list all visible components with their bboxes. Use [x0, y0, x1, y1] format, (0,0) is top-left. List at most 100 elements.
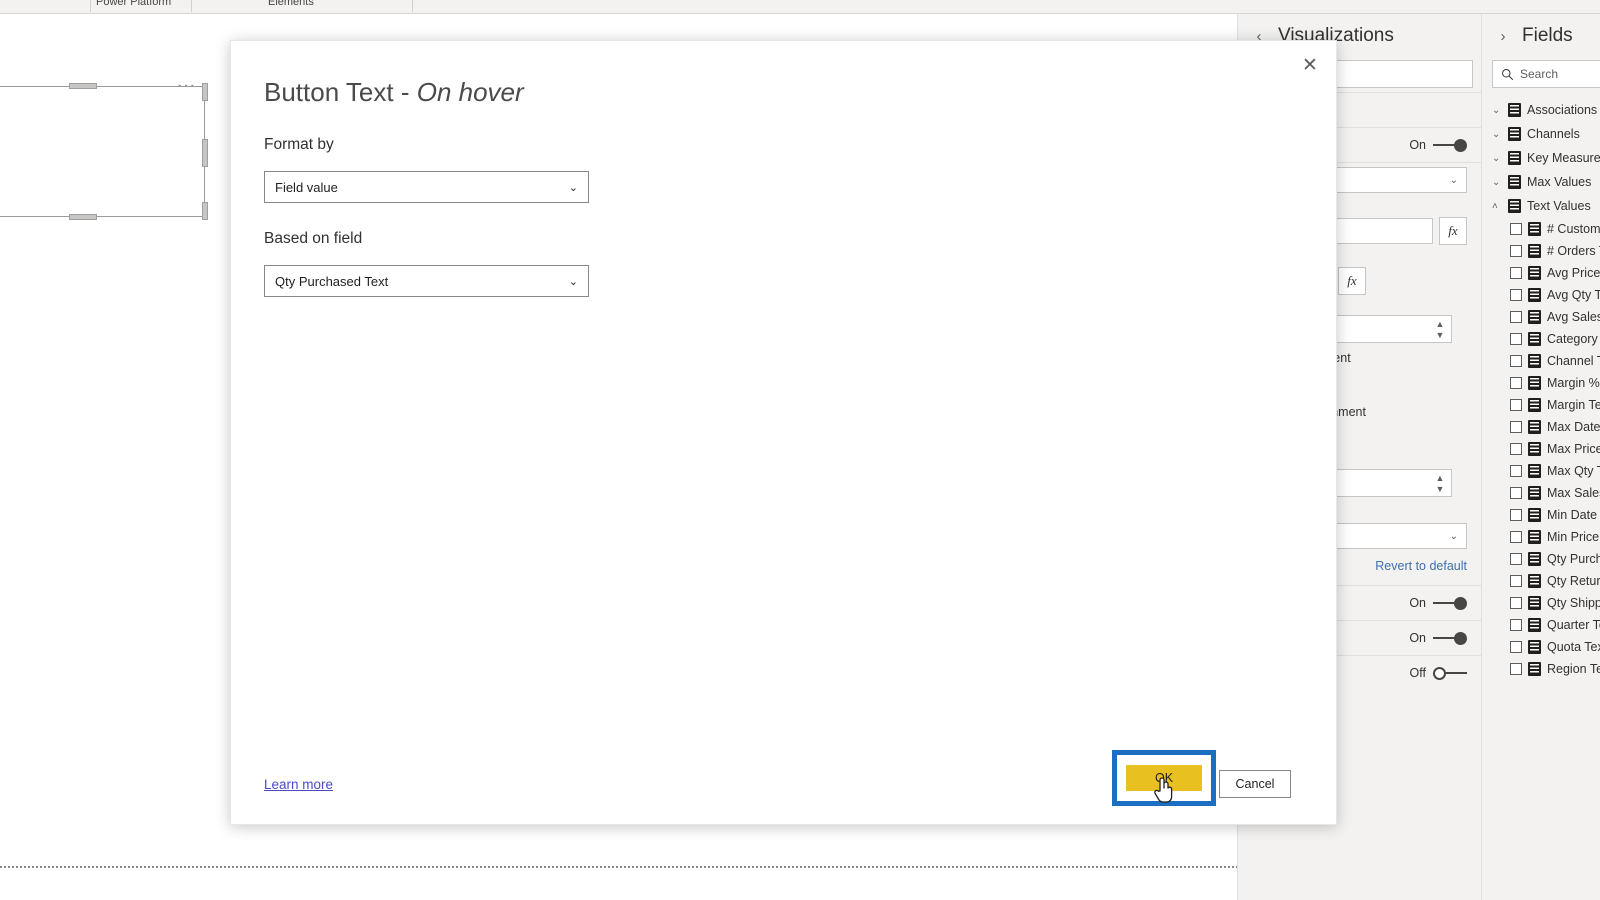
fields-field-row[interactable]: Avg Sales Text [1482, 306, 1600, 328]
resize-handle-top[interactable] [69, 83, 97, 89]
resize-handle-top-right[interactable] [202, 83, 208, 101]
field-checkbox[interactable] [1510, 377, 1522, 389]
chevron-right-icon[interactable]: › [1492, 28, 1514, 45]
format-by-dropdown[interactable]: Field value ⌄ [264, 171, 589, 203]
outline-toggle[interactable]: On [1409, 631, 1467, 645]
fields-search-placeholder: Search [1520, 67, 1559, 81]
fields-field-row[interactable]: Max Date Text [1482, 416, 1600, 438]
toggle-switch-icon[interactable] [1433, 631, 1467, 645]
resize-handle-bottom[interactable] [69, 214, 97, 220]
fields-field-label: Min Price Text [1547, 530, 1600, 544]
chevron-up-icon[interactable]: ˄ [1492, 201, 1502, 212]
chevron-down-icon[interactable]: ⌄ [1492, 105, 1502, 116]
field-checkbox[interactable] [1510, 399, 1522, 411]
field-checkbox[interactable] [1510, 289, 1522, 301]
measure-icon [1528, 310, 1541, 324]
chevron-down-icon[interactable]: ⌄ [1492, 129, 1502, 140]
field-checkbox[interactable] [1510, 333, 1522, 345]
ribbon-group-elements: Elements [268, 0, 314, 8]
selected-button-visual[interactable] [0, 83, 208, 220]
fields-field-row[interactable]: # Orders Text [1482, 240, 1600, 262]
table-icon [1508, 151, 1521, 165]
chevron-down-icon: ⌄ [1449, 530, 1458, 542]
fields-field-row[interactable]: Channel Text [1482, 350, 1600, 372]
fields-field-row[interactable]: Region Text [1482, 658, 1600, 680]
fields-field-row[interactable]: Quarter Text [1482, 614, 1600, 636]
field-checkbox[interactable] [1510, 663, 1522, 675]
fx-button-color[interactable]: fx [1338, 267, 1366, 295]
resize-handle-right[interactable] [202, 139, 208, 167]
toggle-switch-icon[interactable] [1433, 596, 1467, 610]
field-checkbox[interactable] [1510, 223, 1522, 235]
fields-field-row[interactable]: Margin % Text [1482, 372, 1600, 394]
field-checkbox[interactable] [1510, 245, 1522, 257]
fields-field-row[interactable]: # Customers Text [1482, 218, 1600, 240]
field-checkbox[interactable] [1510, 641, 1522, 653]
resize-handle-bottom-right[interactable] [202, 202, 208, 220]
measure-icon [1528, 596, 1541, 610]
table-icon [1508, 199, 1521, 213]
fields-field-row[interactable]: Margin Text [1482, 394, 1600, 416]
fx-button-text[interactable]: fx [1439, 217, 1467, 245]
chevron-down-icon: ⌄ [568, 181, 578, 194]
fields-field-row[interactable]: Max Price Text [1482, 438, 1600, 460]
stepper-arrows-icon[interactable]: ▲ ▼ [1429, 470, 1451, 496]
toggle-switch-icon[interactable] [1433, 138, 1467, 152]
ok-button[interactable]: OK [1126, 765, 1202, 791]
fields-field-row[interactable]: Max Sales Text [1482, 482, 1600, 504]
field-checkbox[interactable] [1510, 421, 1522, 433]
fields-field-row[interactable]: Quota Text [1482, 636, 1600, 658]
fields-field-row[interactable]: Max Qty Text [1482, 460, 1600, 482]
stepper-arrows-icon[interactable]: ▲ ▼ [1429, 316, 1451, 342]
field-checkbox[interactable] [1510, 553, 1522, 565]
fill-toggle[interactable]: Off [1410, 666, 1467, 680]
fields-field-row[interactable]: Avg Price Text [1482, 262, 1600, 284]
dialog-title-emphasis: On hover [416, 77, 524, 107]
fields-field-row[interactable]: Min Price Text [1482, 526, 1600, 548]
fields-table-row[interactable]: ⌄ Channels [1482, 122, 1600, 146]
button-text-toggle[interactable]: On [1409, 138, 1467, 152]
close-icon[interactable]: ✕ [1294, 49, 1326, 81]
fields-table-row[interactable]: ˄ Text Values [1482, 194, 1600, 218]
search-icon [1502, 68, 1514, 80]
fields-field-row[interactable]: Qty Shipped Text [1482, 592, 1600, 614]
field-checkbox[interactable] [1510, 267, 1522, 279]
toggle-switch-icon[interactable] [1433, 666, 1467, 680]
field-checkbox[interactable] [1510, 575, 1522, 587]
chevron-down-icon[interactable]: ⌄ [1492, 177, 1502, 188]
fields-table-row[interactable]: ⌄ Max Values [1482, 170, 1600, 194]
fields-pane-title: Fields [1522, 25, 1573, 46]
field-checkbox[interactable] [1510, 619, 1522, 631]
fields-field-label: Avg Qty Text [1547, 288, 1600, 302]
based-on-field-dropdown[interactable]: Qty Purchased Text ⌄ [264, 265, 589, 297]
fields-field-row[interactable]: Category Text [1482, 328, 1600, 350]
measure-icon [1528, 332, 1541, 346]
cancel-button[interactable]: Cancel [1219, 770, 1291, 798]
ribbon-strip: Power Platform Elements [0, 0, 1600, 14]
fields-field-row[interactable]: Min Date Text [1482, 504, 1600, 526]
visual-overflow-menu-icon[interactable]: … [176, 71, 198, 91]
learn-more-link[interactable]: Learn more [264, 777, 333, 792]
fields-table-row[interactable]: ⌄ Associations [1482, 98, 1600, 122]
fields-table-label: Channels [1527, 127, 1580, 141]
field-checkbox[interactable] [1510, 311, 1522, 323]
field-checkbox[interactable] [1510, 509, 1522, 521]
measure-icon [1528, 420, 1541, 434]
field-checkbox[interactable] [1510, 531, 1522, 543]
measure-icon [1528, 266, 1541, 280]
fields-field-row[interactable]: Qty Purchased Text [1482, 548, 1600, 570]
icon-toggle[interactable]: On [1409, 596, 1467, 610]
field-checkbox[interactable] [1510, 465, 1522, 477]
chevron-down-icon[interactable]: ⌄ [1492, 153, 1502, 164]
field-checkbox[interactable] [1510, 487, 1522, 499]
chevron-down-icon: ⌄ [568, 275, 578, 288]
fields-table-row[interactable]: ⌄ Key Measures [1482, 146, 1600, 170]
field-checkbox[interactable] [1510, 355, 1522, 367]
fields-field-row[interactable]: Qty Returned Text [1482, 570, 1600, 592]
field-checkbox[interactable] [1510, 597, 1522, 609]
fields-search-input[interactable]: Search [1492, 60, 1600, 88]
field-checkbox[interactable] [1510, 443, 1522, 455]
fields-field-label: Region Text [1547, 662, 1600, 676]
fields-field-label: # Customers Text [1547, 222, 1600, 236]
fields-field-row[interactable]: Avg Qty Text [1482, 284, 1600, 306]
